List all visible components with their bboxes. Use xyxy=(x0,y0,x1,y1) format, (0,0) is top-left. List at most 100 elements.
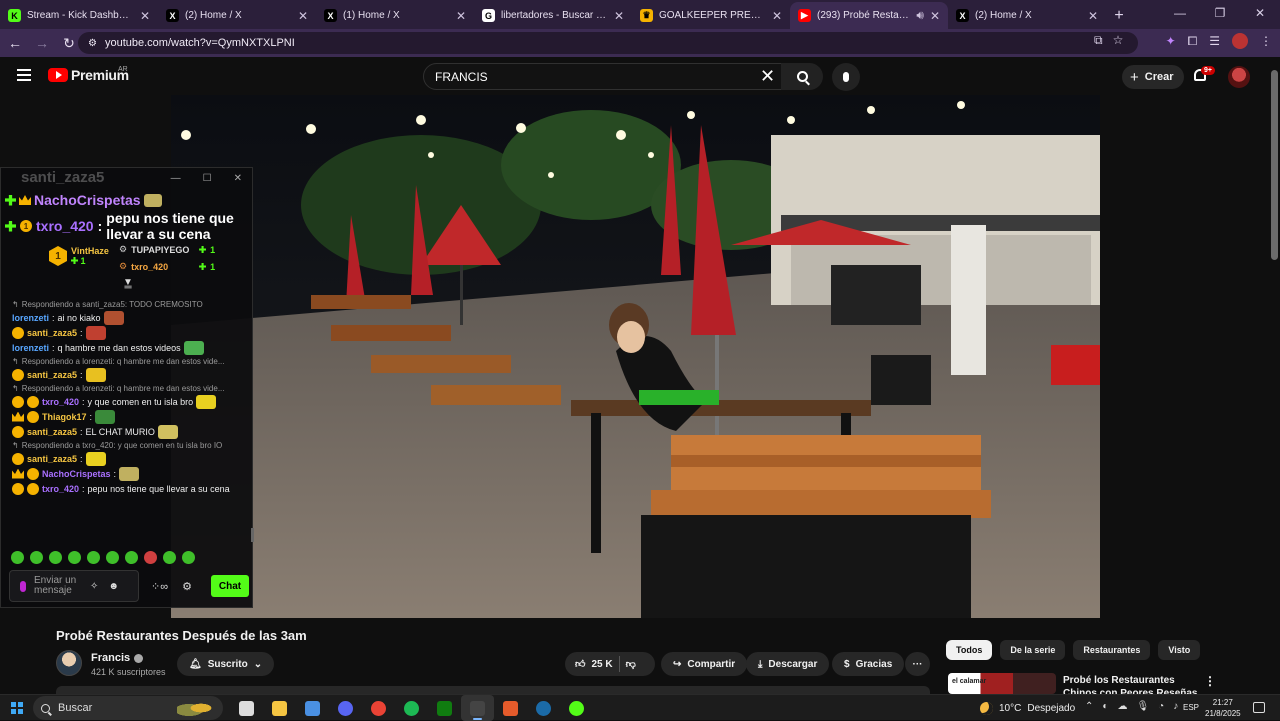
system-clock[interactable]: 21:27 21/8/2025 xyxy=(1205,697,1241,719)
like-count[interactable]: 25 K xyxy=(591,659,612,670)
browser-tab[interactable]: K Stream - Kick Dashboard ✕ xyxy=(0,2,158,29)
users-icon[interactable]: ⁘∞ xyxy=(151,580,168,593)
chat-message-input[interactable]: Enviar un mensaje ✧ ☻ xyxy=(9,570,139,602)
minimize-icon[interactable]: — xyxy=(1160,0,1200,29)
search-input[interactable]: FRANCIS xyxy=(423,63,787,90)
chrome-icon[interactable] xyxy=(362,695,395,721)
browser-tab[interactable]: ♛ GOALKEEPER PREMIER free onl ✕ xyxy=(632,2,790,29)
chat-maximize-icon[interactable]: ☐ xyxy=(203,173,212,184)
mic-tray-icon[interactable]: 🎙︎ xyxy=(1136,701,1149,712)
chat-settings-gear-icon[interactable]: ⚙ xyxy=(182,580,192,593)
account-avatar[interactable] xyxy=(1228,66,1250,88)
bookmark-star-icon[interactable]: ☆ xyxy=(1113,33,1124,48)
chat-username[interactable]: lorenzeti xyxy=(12,313,49,323)
leaderboard-name[interactable]: TUPAPIYEGO xyxy=(131,245,195,255)
leaderboard-name[interactable]: txro_420 xyxy=(131,262,195,272)
create-button[interactable]: + Crear xyxy=(1122,65,1184,89)
install-app-icon[interactable]: ⧉ xyxy=(1094,33,1103,48)
browser-tab[interactable]: X (1) Home / X ✕ xyxy=(316,2,474,29)
download-button[interactable]: ⤓ Descargar xyxy=(746,652,830,676)
tab-close-icon[interactable]: ✕ xyxy=(772,9,782,23)
tab-close-icon[interactable]: ✕ xyxy=(140,9,150,23)
recommended-thumbnail[interactable]: el calamar xyxy=(948,673,1056,694)
browser-tab[interactable]: ▶ (293) Probé Restaurantes D 🔊︎ ✕ xyxy=(790,2,948,29)
chat-username[interactable]: Thiagok17 xyxy=(42,412,87,422)
leaderboard-first-name[interactable]: VintHaze xyxy=(71,246,109,256)
chat-username[interactable]: santi_zaza5 xyxy=(27,370,77,380)
emote-icon[interactable] xyxy=(87,551,100,564)
tab-close-icon[interactable]: ✕ xyxy=(456,9,466,23)
chat-username[interactable]: lorenzeti xyxy=(12,343,49,353)
browser-menu-icon[interactable]: ⋮ xyxy=(1260,34,1272,48)
back-icon[interactable]: ← xyxy=(3,35,27,51)
filter-chip[interactable]: De la serie xyxy=(1000,640,1066,660)
more-actions-button[interactable]: ··· xyxy=(905,652,930,676)
tray-app-icon[interactable]: ◐ xyxy=(1102,701,1108,712)
channel-avatar[interactable] xyxy=(56,650,82,676)
discord-icon[interactable] xyxy=(329,695,362,721)
channel-name[interactable]: Francis xyxy=(91,652,144,664)
browser-tab[interactable]: X (2) Home / X ✕ xyxy=(158,2,316,29)
emote-icon[interactable] xyxy=(68,551,81,564)
chat-username[interactable]: txro_420 xyxy=(42,397,79,407)
chat-message[interactable]: NachoCrispetas: xyxy=(1,466,251,481)
clear-search-icon[interactable]: ✕ xyxy=(760,66,775,86)
search-button[interactable] xyxy=(781,63,823,90)
tab-audio-icon[interactable]: 🔊︎ xyxy=(916,8,924,23)
description-box[interactable] xyxy=(56,686,930,694)
tab-close-icon[interactable]: ✕ xyxy=(298,9,308,23)
pinned-gifter-name[interactable]: NachoCrispetas xyxy=(34,192,141,208)
forward-icon[interactable]: → xyxy=(30,35,54,51)
youtube-logo-icon[interactable] xyxy=(48,68,68,82)
tab-close-icon[interactable]: ✕ xyxy=(1088,9,1098,23)
emote-icon[interactable] xyxy=(106,551,119,564)
new-tab-button[interactable]: + xyxy=(1106,2,1132,29)
hamburger-menu-icon[interactable] xyxy=(17,69,31,81)
tab-close-icon[interactable]: ✕ xyxy=(614,9,624,23)
chat-close-icon[interactable]: ✕ xyxy=(234,173,242,184)
steam-icon[interactable] xyxy=(527,695,560,721)
emote-icon[interactable] xyxy=(144,551,157,564)
page-scrollbar[interactable] xyxy=(1271,70,1278,260)
thanks-button[interactable]: $ Gracias xyxy=(832,652,905,676)
input-language[interactable]: ESP xyxy=(1183,703,1199,712)
recommended-title[interactable]: Probé los Restaurantes Chinos con Peores… xyxy=(1063,674,1203,694)
chat-message[interactable]: santi_zaza5: xyxy=(1,451,251,466)
extension-icon[interactable]: ✦ xyxy=(1166,34,1176,48)
chat-message[interactable]: lorenzeti: ai no kiako xyxy=(1,310,251,325)
browser-app-icon[interactable] xyxy=(494,695,527,721)
chat-send-button[interactable]: Chat xyxy=(211,575,249,597)
site-info-icon[interactable]: ⚙ xyxy=(88,38,97,49)
browser-profile-avatar[interactable] xyxy=(1232,33,1248,49)
scroll-to-bottom-icon[interactable]: ▼ ═ xyxy=(123,278,133,293)
extensions-puzzle-icon[interactable]: ⧠ xyxy=(1188,34,1198,49)
filter-chip[interactable]: Visto xyxy=(1158,640,1201,660)
smiley-icon[interactable]: ☻ xyxy=(108,581,119,592)
video-player[interactable] xyxy=(171,95,1100,618)
address-bar[interactable]: ⚙ youtube.com/watch?v=QymNXTXLPNI xyxy=(78,32,1138,54)
emote-icon[interactable] xyxy=(49,551,62,564)
task-view-icon[interactable] xyxy=(230,695,263,721)
volume-icon[interactable]: ♪ xyxy=(1173,701,1178,712)
store-icon[interactable] xyxy=(296,695,329,721)
chat-username[interactable]: santi_zaza5 xyxy=(27,328,77,338)
emote-icon[interactable] xyxy=(125,551,138,564)
close-window-icon[interactable]: ✕ xyxy=(1240,0,1280,29)
weather-widget[interactable]: 10°C Despejado xyxy=(980,695,1075,721)
filter-chip[interactable]: Todos xyxy=(946,640,993,660)
emote-icon[interactable] xyxy=(11,551,24,564)
chat-message[interactable]: santi_zaza5: EL CHAT MURIO xyxy=(1,424,251,439)
dislike-icon[interactable]: 👎︎ xyxy=(626,658,636,670)
notification-center-icon[interactable] xyxy=(1253,702,1265,713)
network-icon[interactable]: ◔ xyxy=(1158,701,1164,712)
chevron-up-icon[interactable]: ⌃ xyxy=(1085,701,1093,712)
chat-message[interactable]: lorenzeti: q hambre me dan estos videos xyxy=(1,340,251,355)
subscribed-button[interactable]: 🔔︎ Suscrito ⌄ xyxy=(177,652,275,676)
chat-message[interactable]: Thiagok17: xyxy=(1,409,251,424)
chat-message[interactable]: txro_420: pepu nos tiene que llevar a su … xyxy=(1,481,251,496)
obs-icon[interactable] xyxy=(461,695,494,721)
cloud-icon[interactable]: ☁ xyxy=(1117,701,1127,712)
chat-message[interactable]: santi_zaza5: xyxy=(1,367,251,382)
pinned-message-user[interactable]: txro_420 xyxy=(36,218,94,234)
chat-username[interactable]: txro_420 xyxy=(42,484,79,494)
